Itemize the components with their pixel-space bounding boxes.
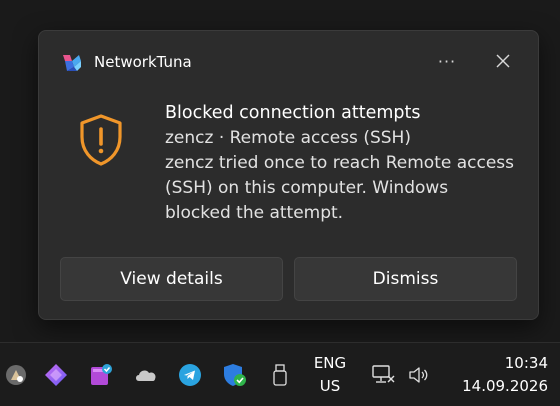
language-indicator[interactable]: ENG US bbox=[304, 352, 356, 398]
language-region: US bbox=[319, 377, 341, 395]
close-button[interactable] bbox=[487, 47, 519, 75]
toast-header: NetworkTuna ··· bbox=[39, 31, 538, 91]
networktuna-logo-icon bbox=[63, 55, 81, 71]
volume-icon[interactable] bbox=[406, 362, 432, 388]
telegram-icon[interactable] bbox=[177, 362, 203, 388]
close-icon bbox=[496, 54, 510, 68]
more-options-icon: ··· bbox=[437, 51, 457, 71]
more-options-button[interactable]: ··· bbox=[431, 47, 463, 75]
toast-body: Blocked connection attempts zencz · Remo… bbox=[165, 101, 515, 226]
dismiss-button[interactable]: Dismiss bbox=[294, 257, 517, 301]
taskbar: ENG US 10:34 14.09.2026 bbox=[0, 342, 560, 406]
notification-message: zencz tried once to reach Remote access … bbox=[165, 153, 515, 223]
copilot-icon[interactable] bbox=[43, 362, 69, 388]
system-clock[interactable]: 10:34 14.09.2026 bbox=[448, 352, 548, 398]
notebook-icon[interactable] bbox=[88, 362, 114, 388]
notification-title: Blocked connection attempts bbox=[165, 103, 421, 123]
clock-time: 10:34 bbox=[504, 354, 548, 372]
clock-date: 14.09.2026 bbox=[462, 377, 548, 395]
network-icon[interactable] bbox=[370, 362, 396, 388]
view-details-button[interactable]: View details bbox=[60, 257, 283, 301]
notification-subtitle: zencz · Remote access (SSH) bbox=[165, 128, 411, 148]
windows-security-icon[interactable] bbox=[222, 362, 248, 388]
onedrive-icon[interactable] bbox=[133, 362, 159, 388]
shield-warning-icon bbox=[80, 114, 122, 166]
notification-toast[interactable]: NetworkTuna ··· Blocked connection attem… bbox=[38, 30, 539, 320]
app-name: NetworkTuna bbox=[94, 53, 192, 71]
file-explorer-icon[interactable] bbox=[3, 362, 29, 388]
language-code: ENG bbox=[313, 354, 347, 372]
usb-drive-icon[interactable] bbox=[267, 362, 293, 388]
